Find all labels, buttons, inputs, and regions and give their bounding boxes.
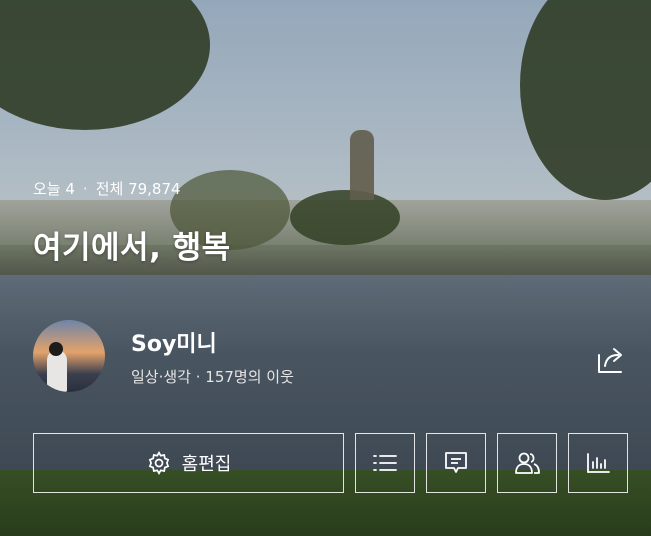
home-edit-button[interactable]: 홈편집	[33, 433, 344, 493]
post-list-button[interactable]	[355, 433, 415, 493]
home-edit-label: 홈편집	[181, 454, 232, 475]
people-icon	[515, 452, 540, 474]
comment-icon	[445, 452, 467, 473]
stats-separator: ·	[82, 179, 88, 198]
gear-icon	[148, 451, 169, 475]
blog-header: 오늘 4 · 전체 79,874 여기에서, 행복 Soy미니 일상·생각 · …	[0, 0, 651, 536]
stats-button[interactable]	[568, 433, 628, 493]
total-count: 전체 79,874	[95, 180, 181, 198]
blog-title[interactable]: 여기에서, 행복	[33, 222, 231, 267]
avatar[interactable]	[33, 320, 105, 392]
profile[interactable]: Soy미니 일상·생각 · 157명의 이웃	[33, 320, 294, 392]
profile-meta: 일상·생각 · 157명의 이웃	[131, 367, 294, 386]
profile-name[interactable]: Soy미니	[131, 326, 294, 358]
comments-button[interactable]	[426, 433, 486, 493]
bar-chart-icon	[587, 453, 610, 473]
share-icon	[598, 348, 622, 373]
share-button[interactable]	[594, 343, 628, 377]
visit-stats: 오늘 4 · 전체 79,874	[33, 178, 181, 199]
list-icon	[373, 455, 397, 471]
today-count: 오늘 4	[33, 180, 75, 198]
neighbors-button[interactable]	[497, 433, 557, 493]
